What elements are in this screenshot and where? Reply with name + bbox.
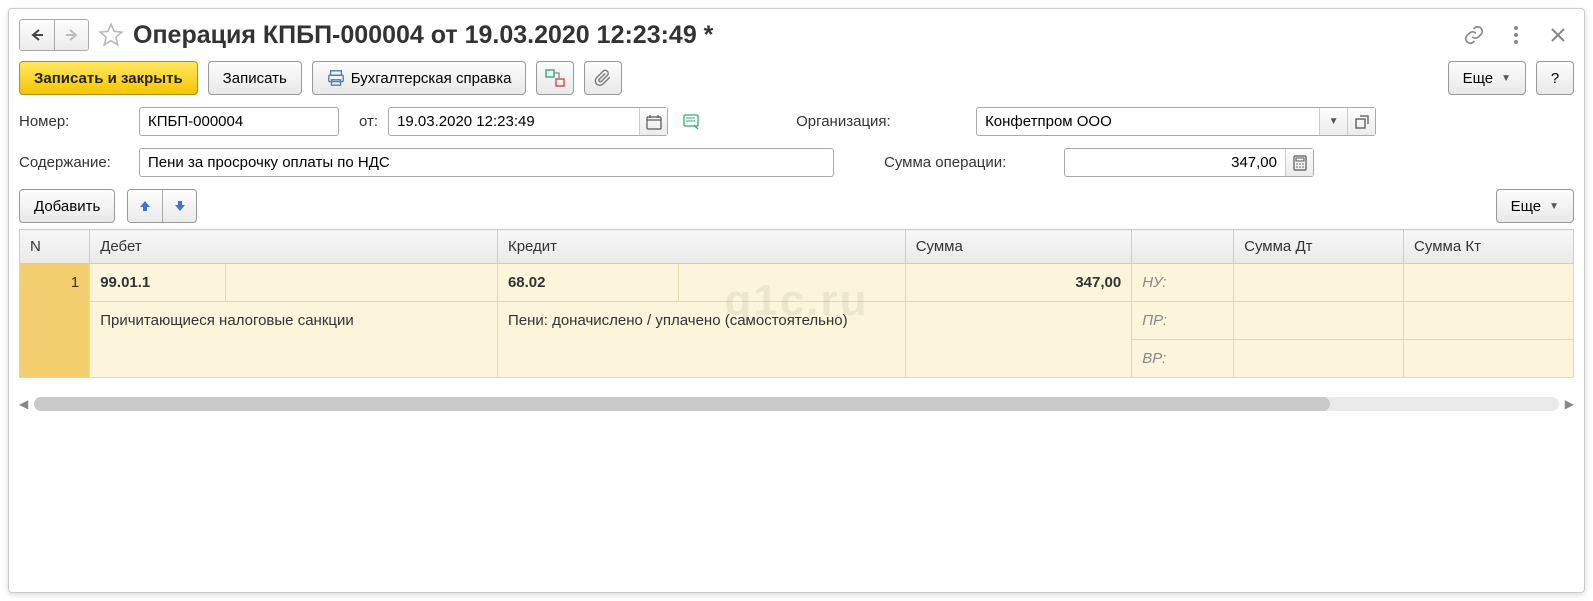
col-sum-kt[interactable]: Сумма Кт — [1404, 230, 1574, 264]
organization-field[interactable] — [977, 108, 1319, 135]
attachment-button[interactable] — [584, 61, 622, 95]
entries-table: N Дебет Кредит Сумма Сумма Дт Сумма Кт 1… — [19, 229, 1574, 378]
calendar-icon — [646, 114, 662, 130]
link-icon — [1463, 24, 1485, 46]
org-open-button[interactable] — [1347, 108, 1375, 135]
col-n[interactable]: N — [20, 230, 90, 264]
sum-field-wrapper — [1064, 148, 1314, 177]
calculator-icon — [1293, 155, 1307, 171]
note-icon[interactable] — [678, 108, 706, 136]
scroll-track[interactable] — [34, 397, 1559, 411]
col-sum-dt[interactable]: Сумма Дт — [1234, 230, 1404, 264]
form-row-desc: Содержание: Сумма операции: — [19, 148, 1574, 177]
col-sum[interactable]: Сумма — [905, 230, 1132, 264]
col-debit[interactable]: Дебет — [90, 230, 498, 264]
table-row[interactable]: Причитающиеся налоговые санкции Пени: до… — [20, 302, 1574, 340]
popup-icon — [1355, 115, 1369, 129]
date-label: от: — [359, 113, 378, 130]
col-credit[interactable]: Кредит — [497, 230, 905, 264]
kebab-icon — [1513, 25, 1519, 45]
move-buttons — [127, 189, 197, 223]
sum-label: Сумма операции: — [884, 154, 1054, 171]
organization-label: Организация: — [796, 113, 966, 130]
toolbar-more-label: Еще — [1463, 70, 1494, 87]
credit-description[interactable]: Пени: доначислено / уплачено (самостояте… — [497, 302, 905, 378]
link-button[interactable] — [1462, 23, 1486, 47]
dt-kt-button[interactable] — [536, 61, 574, 95]
titlebar: Операция КПБП-000004 от 19.03.2020 12:23… — [19, 15, 1574, 55]
add-row-button[interactable]: Добавить — [19, 189, 115, 223]
debit-sub[interactable] — [226, 264, 498, 302]
table-header-row: N Дебет Кредит Сумма Сумма Дт Сумма Кт — [20, 230, 1574, 264]
row-sum[interactable]: 347,00 — [905, 264, 1132, 302]
credit-sub[interactable] — [679, 264, 906, 302]
toolbar: Записать и закрыть Записать Бухгалтерска… — [19, 61, 1574, 95]
arrow-down-icon — [173, 199, 187, 213]
accounting-reference-button[interactable]: Бухгалтерская справка — [312, 61, 527, 95]
description-field[interactable] — [140, 149, 833, 176]
favorite-star-icon[interactable] — [97, 21, 125, 49]
close-button[interactable] — [1546, 23, 1570, 47]
printer-icon — [327, 69, 345, 87]
row-number: 1 — [20, 264, 90, 378]
description-field-wrapper — [139, 148, 834, 177]
row-vr-label: ВР: — [1132, 340, 1234, 378]
org-dropdown-button[interactable]: ▼ — [1319, 108, 1347, 135]
debit-account[interactable]: 99.01.1 — [90, 264, 226, 302]
organization-field-wrapper: ▼ — [976, 107, 1376, 136]
row-nu-label: НУ: — [1132, 264, 1234, 302]
dtkt-icon — [545, 69, 565, 87]
chevron-down-icon: ▼ — [1329, 116, 1339, 127]
number-label: Номер: — [19, 113, 129, 130]
back-button[interactable] — [20, 20, 54, 50]
scroll-left-icon[interactable]: ◀ — [19, 397, 28, 411]
calendar-button[interactable] — [639, 108, 667, 135]
forward-button[interactable] — [54, 20, 88, 50]
credit-account[interactable]: 68.02 — [497, 264, 678, 302]
scroll-right-icon[interactable]: ▶ — [1565, 397, 1574, 411]
scroll-thumb[interactable] — [34, 397, 1330, 411]
close-icon — [1550, 27, 1566, 43]
number-field[interactable] — [140, 108, 338, 135]
arrow-right-icon — [64, 28, 80, 42]
row-sum-kt-3[interactable] — [1404, 340, 1574, 378]
help-button[interactable]: ? — [1536, 61, 1574, 95]
number-field-wrapper — [139, 107, 339, 136]
horizontal-scrollbar[interactable]: ◀ ▶ — [19, 396, 1574, 412]
calculator-button[interactable] — [1285, 149, 1313, 176]
more-menu-button[interactable] — [1504, 23, 1528, 47]
row-sum-kt-2[interactable] — [1404, 302, 1574, 340]
arrow-left-icon — [29, 28, 45, 42]
row-sum-empty[interactable] — [905, 302, 1132, 378]
grid-more-button[interactable]: Еще ▼ — [1496, 189, 1574, 223]
form-row-header: Номер: от: Организация: ▼ — [19, 107, 1574, 136]
row-sum-dt-3[interactable] — [1234, 340, 1404, 378]
paperclip-icon — [594, 69, 612, 87]
row-pr-label: ПР: — [1132, 302, 1234, 340]
move-down-button[interactable] — [162, 190, 196, 222]
col-sub[interactable] — [1132, 230, 1234, 264]
arrow-up-icon — [138, 199, 152, 213]
date-field[interactable] — [389, 108, 639, 135]
sum-field[interactable] — [1065, 149, 1285, 176]
toolbar-more-button[interactable]: Еще ▼ — [1448, 61, 1526, 95]
page-title: Операция КПБП-000004 от 19.03.2020 12:23… — [133, 21, 1462, 50]
row-sum-dt-2[interactable] — [1234, 302, 1404, 340]
grid-more-label: Еще — [1511, 198, 1542, 215]
debit-description[interactable]: Причитающиеся налоговые санкции — [90, 302, 498, 378]
save-and-close-button[interactable]: Записать и закрыть — [19, 61, 198, 95]
move-up-button[interactable] — [128, 190, 162, 222]
accounting-reference-label: Бухгалтерская справка — [351, 70, 512, 87]
table-row[interactable]: 1 99.01.1 68.02 347,00 НУ: — [20, 264, 1574, 302]
row-sum-kt-1[interactable] — [1404, 264, 1574, 302]
description-label: Содержание: — [19, 154, 129, 171]
date-field-wrapper — [388, 107, 668, 136]
nav-buttons — [19, 19, 89, 51]
grid-toolbar: Добавить Еще ▼ — [19, 189, 1574, 223]
save-button[interactable]: Записать — [208, 61, 302, 95]
chevron-down-icon: ▼ — [1549, 201, 1559, 212]
row-sum-dt-1[interactable] — [1234, 264, 1404, 302]
chevron-down-icon: ▼ — [1501, 73, 1511, 84]
